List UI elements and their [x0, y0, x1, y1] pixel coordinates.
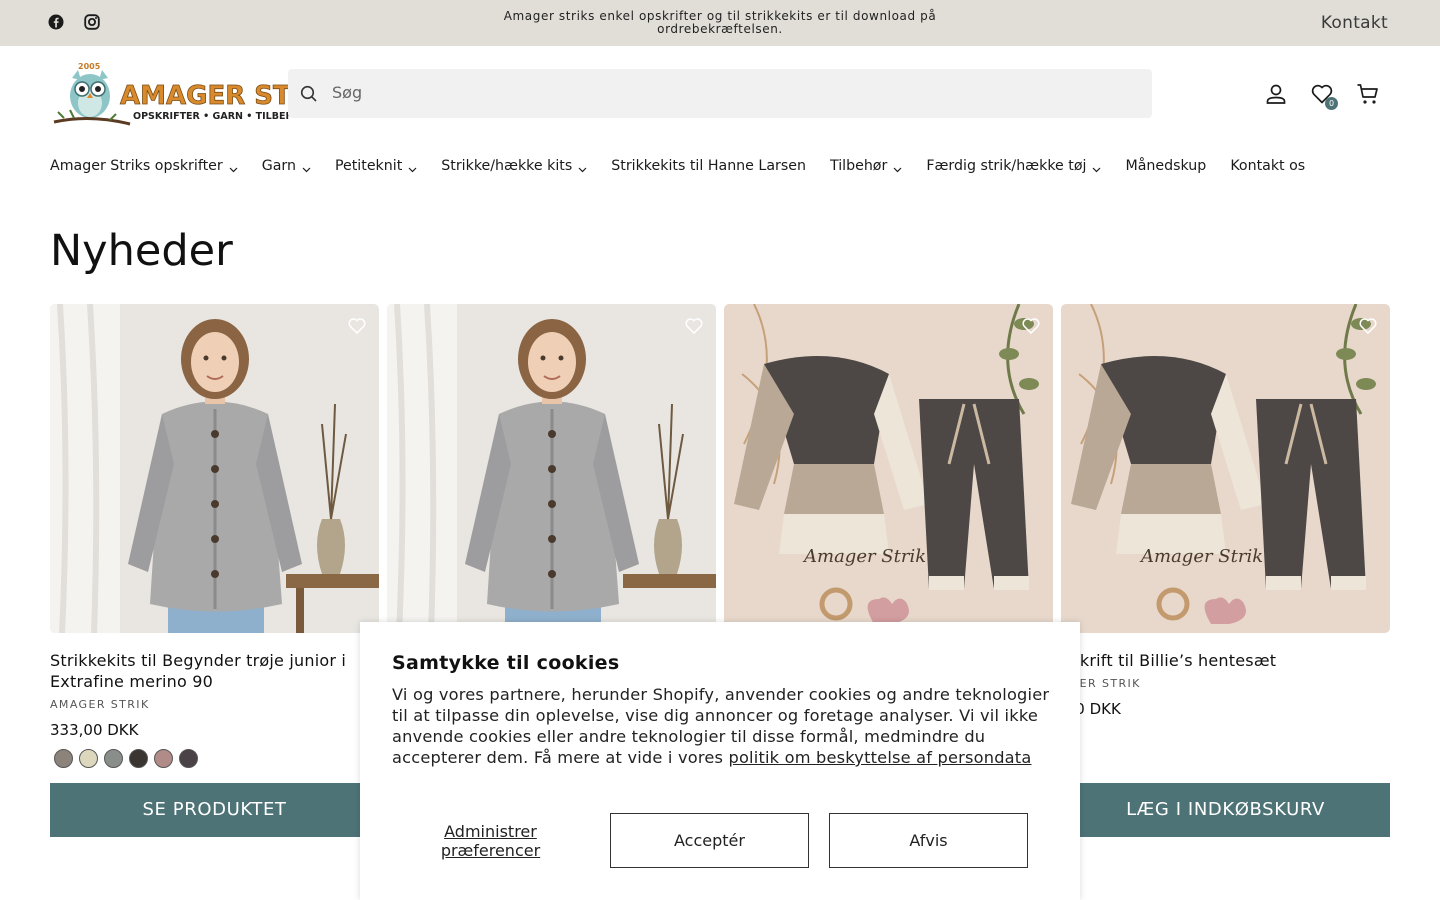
color-swatch[interactable]	[79, 749, 98, 768]
decline-button[interactable]: Afvis	[829, 813, 1028, 868]
accept-button[interactable]: Acceptér	[610, 813, 809, 868]
product-image[interactable]: Amager Strik	[724, 304, 1053, 633]
nav-item-label: Strikkekits til Hanne Larsen	[611, 158, 806, 174]
nav-item-label: Månedskup	[1125, 158, 1207, 174]
nav-item-strikke-haekle-kits[interactable]: Strikke/hække kits	[441, 158, 587, 174]
wishlist-heart-icon[interactable]	[347, 316, 367, 336]
nav-item-amager-striks-opskrifter[interactable]: Amager Striks opskrifter	[50, 158, 238, 174]
cookie-title: Samtykke til cookies	[392, 652, 620, 674]
search-input[interactable]: Søg	[332, 83, 362, 102]
nav-item-label: Amager Striks opskrifter	[50, 158, 223, 174]
social-links	[48, 14, 100, 30]
section-title: Nyheder	[50, 226, 233, 276]
chevron-down-icon	[1092, 162, 1101, 172]
privacy-policy-link[interactable]: politik om beskyttelse af persondata	[728, 748, 1031, 767]
color-swatch[interactable]	[179, 749, 198, 768]
logo[interactable]: 2005 AMAGER STRIK OPSKRIFTER • GARN • TI…	[50, 58, 290, 132]
svg-text:Amager Strik: Amager Strik	[1139, 546, 1263, 567]
cart-icon[interactable]	[1356, 82, 1380, 106]
logo-year: 2005	[78, 62, 101, 71]
product-vendor: AGER STRIK	[1061, 677, 1141, 690]
product-card[interactable]	[387, 304, 716, 650]
see-product-button[interactable]: SE PRODUKTET	[50, 783, 379, 837]
product-image[interactable]	[50, 304, 379, 633]
cookie-consent-banner: Samtykke til cookies Vi og vores partner…	[360, 622, 1080, 900]
wishlist-heart-icon[interactable]	[684, 316, 704, 336]
product-price: ,00 DKK	[1061, 700, 1121, 718]
product-image[interactable]: Amager Strik	[1061, 304, 1390, 633]
instagram-icon[interactable]	[84, 14, 100, 30]
nav-item-label: Petiteknit	[334, 158, 403, 174]
facebook-icon[interactable]	[48, 14, 64, 30]
wishlist-icon[interactable]: 0	[1310, 82, 1338, 110]
nav-item-label: Strikke/hække kits	[441, 158, 573, 174]
chevron-down-icon	[408, 162, 417, 172]
color-swatch[interactable]	[129, 749, 148, 768]
product-vendor: AMAGER STRIK	[50, 698, 150, 711]
nav-item-garn[interactable]: Garn	[262, 158, 311, 174]
svg-text:Amager Strik: Amager Strik	[802, 546, 926, 567]
product-title[interactable]: Strikkekits til Begynder trøje junior i …	[50, 650, 379, 692]
logo-brand: AMAGER STRIK	[120, 81, 290, 111]
chevron-down-icon	[229, 162, 238, 172]
manage-preferences-link[interactable]: Administrer præferencer	[414, 822, 567, 860]
search-bar[interactable]: Søg	[288, 69, 1152, 118]
chevron-down-icon	[578, 162, 587, 172]
wishlist-count-badge: 0	[1325, 97, 1338, 110]
nav-item-label: Garn	[261, 158, 296, 174]
announcement-bar: Amager striks enkel opskrifter og til st…	[0, 0, 1440, 46]
product-image[interactable]	[387, 304, 716, 633]
color-swatch[interactable]	[104, 749, 123, 768]
product-card[interactable]: Amager Strik pskrift til Billie’s hentes…	[1061, 304, 1390, 718]
chevron-down-icon	[893, 162, 902, 172]
nav-item-label: Tilbehør	[829, 158, 888, 174]
account-icon[interactable]	[1264, 82, 1288, 106]
nav-item-kontakt-os[interactable]: Kontakt os	[1230, 158, 1305, 174]
main-navigation: Amager Striks opskrifter Garn Petiteknit…	[50, 158, 1305, 174]
logo-tagline: OPSKRIFTER • GARN • TILBEHØ	[133, 111, 290, 122]
contact-link[interactable]: Kontakt	[1321, 13, 1388, 33]
nav-item-label: Kontakt os	[1230, 158, 1306, 174]
wishlist-heart-icon[interactable]	[1358, 316, 1378, 336]
cookie-body: Vi og vores partnere, herunder Shopify, …	[392, 684, 1052, 768]
chevron-down-icon	[302, 162, 311, 172]
nav-item-hanne-larsen-kits[interactable]: Strikkekits til Hanne Larsen	[611, 158, 806, 174]
color-swatch[interactable]	[154, 749, 173, 768]
nav-item-maanedskup[interactable]: Månedskup	[1125, 158, 1206, 174]
product-card[interactable]: Amager Strik	[724, 304, 1053, 650]
color-swatch[interactable]	[54, 749, 73, 768]
nav-item-faerdig-strik[interactable]: Færdig strik/hække tøj	[926, 158, 1101, 174]
announcement-text: Amager striks enkel opskrifter og til st…	[503, 9, 937, 36]
color-swatches	[54, 749, 379, 768]
product-title[interactable]: pskrift til Billie’s hentesæt	[1061, 650, 1390, 671]
search-icon[interactable]	[300, 85, 318, 103]
product-price: 333,00 DKK	[50, 721, 139, 739]
wishlist-heart-icon[interactable]	[1021, 316, 1041, 336]
nav-item-petiteknit[interactable]: Petiteknit	[335, 158, 417, 174]
nav-item-tilbehor[interactable]: Tilbehør	[830, 158, 902, 174]
header-actions: 0	[1264, 82, 1380, 110]
add-to-cart-button[interactable]: LÆG I INDKØBSKURV	[1061, 783, 1390, 837]
product-card[interactable]: Strikkekits til Begynder trøje junior i …	[50, 304, 379, 768]
nav-item-label: Færdig strik/hække tøj	[926, 158, 1087, 174]
